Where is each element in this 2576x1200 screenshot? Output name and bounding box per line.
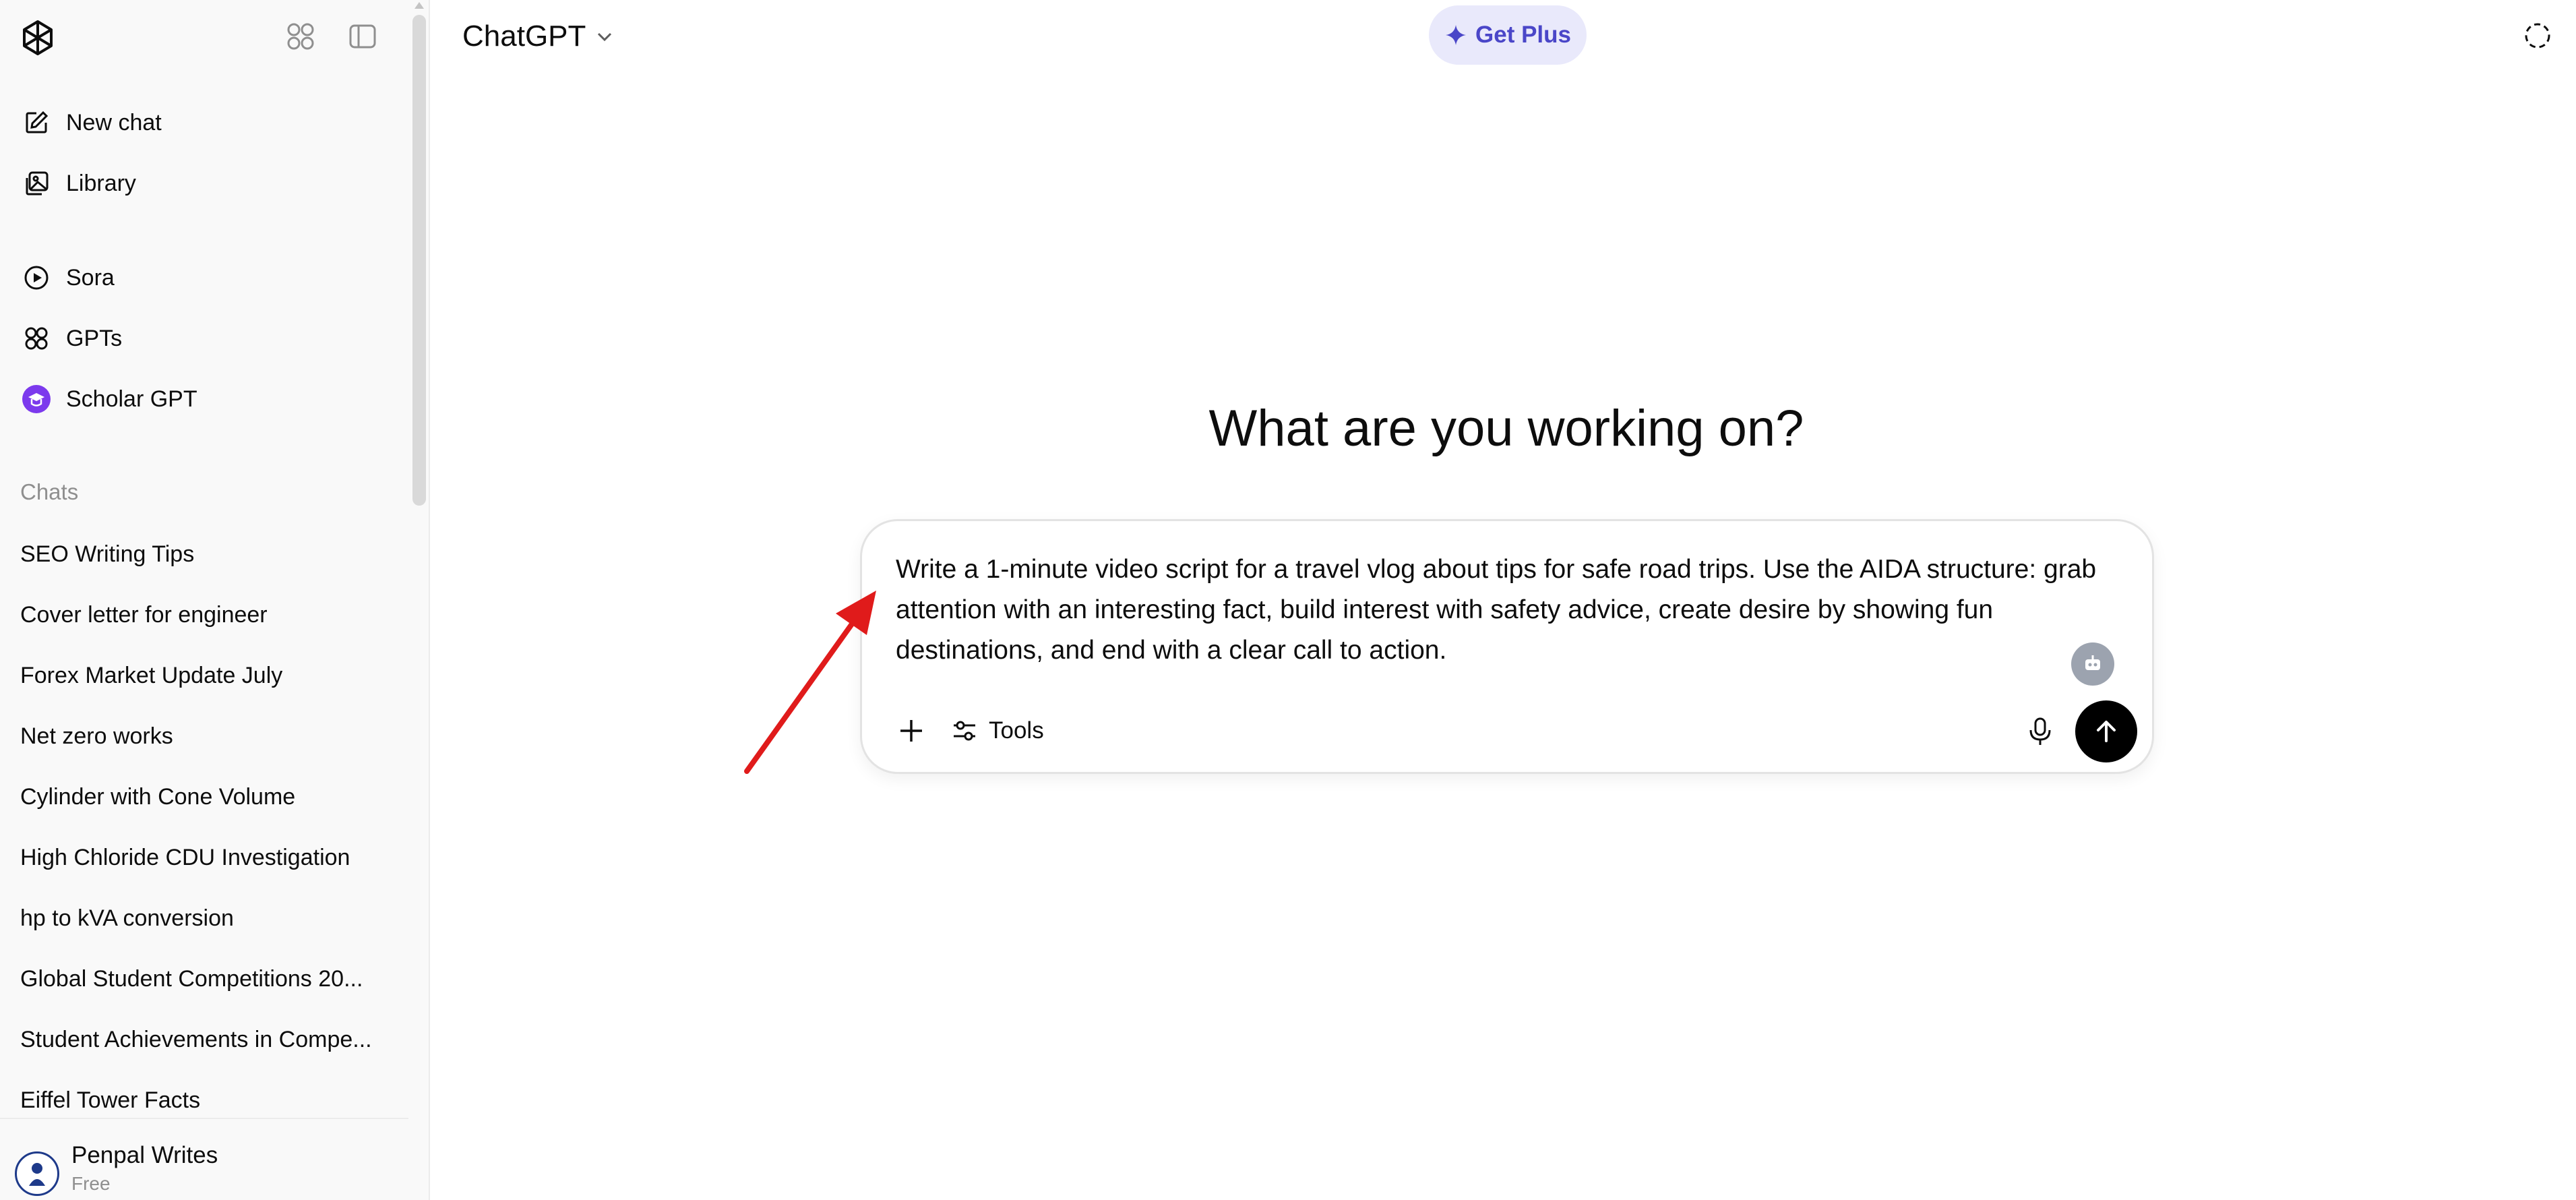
user-account-button[interactable]: Penpal Writes Free xyxy=(0,1118,408,1200)
get-plus-label: Get Plus xyxy=(1475,22,1571,48)
play-circle-icon xyxy=(20,262,53,294)
plus-icon xyxy=(900,720,922,742)
sidebar-toggle-icon[interactable] xyxy=(345,19,380,54)
user-plan: Free xyxy=(71,1173,111,1194)
chat-title: Cylinder with Cone Volume xyxy=(20,783,296,810)
tools-label: Tools xyxy=(989,717,1044,744)
sidebar-header xyxy=(0,0,411,74)
apps-grid-icon[interactable] xyxy=(283,19,318,54)
chevron-down-icon xyxy=(598,32,612,42)
page-title: What are you working on? xyxy=(1208,400,1804,457)
chats-section-label: Chats xyxy=(20,479,79,504)
temporary-chat-icon[interactable] xyxy=(2521,19,2554,53)
library-icon xyxy=(20,167,53,200)
chat-history-item[interactable]: Cylinder with Cone Volume xyxy=(9,770,400,824)
openai-logo-icon[interactable] xyxy=(18,18,58,58)
chat-history-item[interactable]: Student Achievements in Compe... xyxy=(9,1013,400,1067)
chat-history-item[interactable]: Cover letter for engineer xyxy=(9,588,400,642)
new-chat-label: New chat xyxy=(66,109,162,136)
get-plus-button[interactable]: Get Plus xyxy=(1429,5,1587,65)
chat-title: SEO Writing Tips xyxy=(20,541,195,567)
sidebar-item-scholar-gpt[interactable]: Scholar GPT xyxy=(9,372,400,426)
chat-history-item[interactable]: Net zero works xyxy=(9,709,400,763)
sidebar-scrollbar-thumb[interactable] xyxy=(412,15,426,506)
gpts-label: GPTs xyxy=(66,325,123,351)
tools-button[interactable]: Tools xyxy=(951,710,1044,752)
send-button[interactable] xyxy=(2075,700,2137,762)
chat-title: Global Student Competitions 20... xyxy=(20,965,363,992)
chat-history-item[interactable]: Forex Market Update July xyxy=(9,649,400,702)
arrow-up-icon xyxy=(2097,721,2116,742)
attach-button[interactable] xyxy=(893,713,929,749)
sidebar: New chat Library Sora GPTs Scholar GPT C… xyxy=(0,0,430,1200)
sparkle-icon xyxy=(1446,25,1466,45)
scholar-gpt-label: Scholar GPT xyxy=(66,386,197,412)
microphone-icon xyxy=(2029,717,2051,745)
user-name: Penpal Writes xyxy=(71,1142,218,1168)
sidebar-item-gpts[interactable]: GPTs xyxy=(9,311,400,365)
avatar xyxy=(15,1151,59,1196)
chat-history-item[interactable]: hp to kVA conversion xyxy=(9,891,400,945)
chat-history-item[interactable]: Global Student Competitions 20... xyxy=(9,952,400,1006)
chat-title: Forex Market Update July xyxy=(20,662,283,688)
sidebar-item-sora[interactable]: Sora xyxy=(9,251,400,305)
library-label: Library xyxy=(66,170,136,196)
sliders-icon xyxy=(954,721,975,741)
chat-history-item[interactable]: SEO Writing Tips xyxy=(9,527,400,581)
chat-title: hp to kVA conversion xyxy=(20,905,234,931)
grid-icon xyxy=(20,322,53,355)
chat-history-item[interactable]: High Chloride CDU Investigation xyxy=(9,831,400,884)
chat-title: Student Achievements in Compe... xyxy=(20,1026,372,1052)
chat-title: Cover letter for engineer xyxy=(20,601,268,628)
dictate-button[interactable] xyxy=(2021,713,2059,750)
model-name: ChatGPT xyxy=(462,20,586,53)
edit-icon xyxy=(20,107,53,139)
chat-title: High Chloride CDU Investigation xyxy=(20,844,350,870)
model-selector[interactable]: ChatGPT xyxy=(462,19,614,54)
sora-label: Sora xyxy=(66,264,115,291)
chat-title: Net zero works xyxy=(20,723,173,749)
prompt-input[interactable]: Write a 1-minute video script for a trav… xyxy=(896,549,2102,671)
assistant-badge-icon[interactable] xyxy=(2071,642,2114,686)
scholar-gpt-icon xyxy=(20,383,53,415)
prompt-composer: Write a 1-minute video script for a trav… xyxy=(860,519,2154,774)
new-chat-button[interactable]: New chat xyxy=(9,96,400,150)
annotation-arrow-icon xyxy=(744,591,876,774)
library-button[interactable]: Library xyxy=(9,156,400,210)
chat-title: Eiffel Tower Facts xyxy=(20,1087,201,1113)
scroll-up-arrow-icon[interactable] xyxy=(412,0,426,11)
